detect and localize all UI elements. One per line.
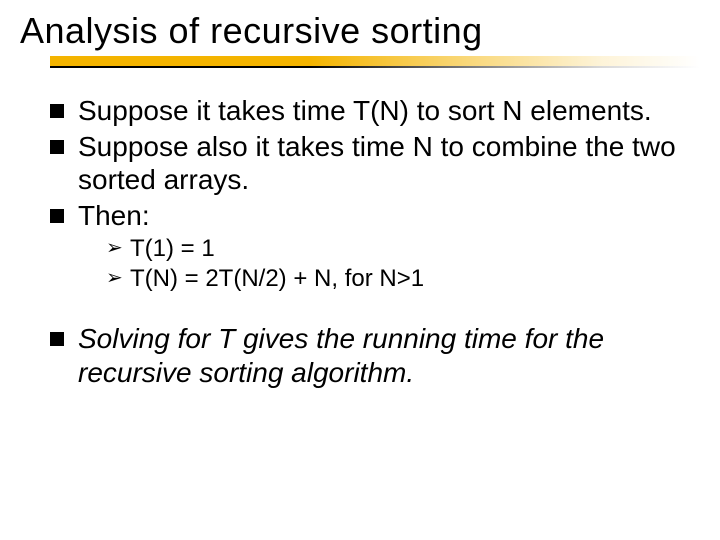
slide: Analysis of recursive sorting Suppose it… xyxy=(0,0,720,540)
bullet-list-2: Solving for T gives the running time for… xyxy=(20,322,700,389)
sub-bullet-text: T(1) = 1 xyxy=(130,235,215,262)
title-underline xyxy=(20,56,700,74)
bullet-text: Suppose it takes time T(N) to sort N ele… xyxy=(78,95,652,126)
bullet-list: Suppose it takes time T(N) to sort N ele… xyxy=(20,94,700,294)
sub-bullet-text: T(N) = 2T(N/2) + N, for N>1 xyxy=(130,265,424,292)
sub-bullet-item: T(1) = 1 xyxy=(106,234,690,264)
slide-title: Analysis of recursive sorting xyxy=(20,10,700,52)
sub-bullet-list: T(1) = 1 T(N) = 2T(N/2) + N, for N>1 xyxy=(78,234,690,294)
sub-bullet-item: T(N) = 2T(N/2) + N, for N>1 xyxy=(106,264,690,294)
bullet-item: Suppose it takes time T(N) to sort N ele… xyxy=(50,94,690,128)
bullet-text: Then: xyxy=(78,200,150,231)
bullet-text: Suppose also it takes time N to combine … xyxy=(78,131,676,196)
bullet-text: Solving for T gives the running time for… xyxy=(78,323,604,388)
bullet-item: Suppose also it takes time N to combine … xyxy=(50,130,690,197)
bullet-item: Solving for T gives the running time for… xyxy=(50,322,690,389)
bullet-item: Then: T(1) = 1 T(N) = 2T(N/2) + N, for N… xyxy=(50,199,690,295)
spacer xyxy=(20,304,700,322)
